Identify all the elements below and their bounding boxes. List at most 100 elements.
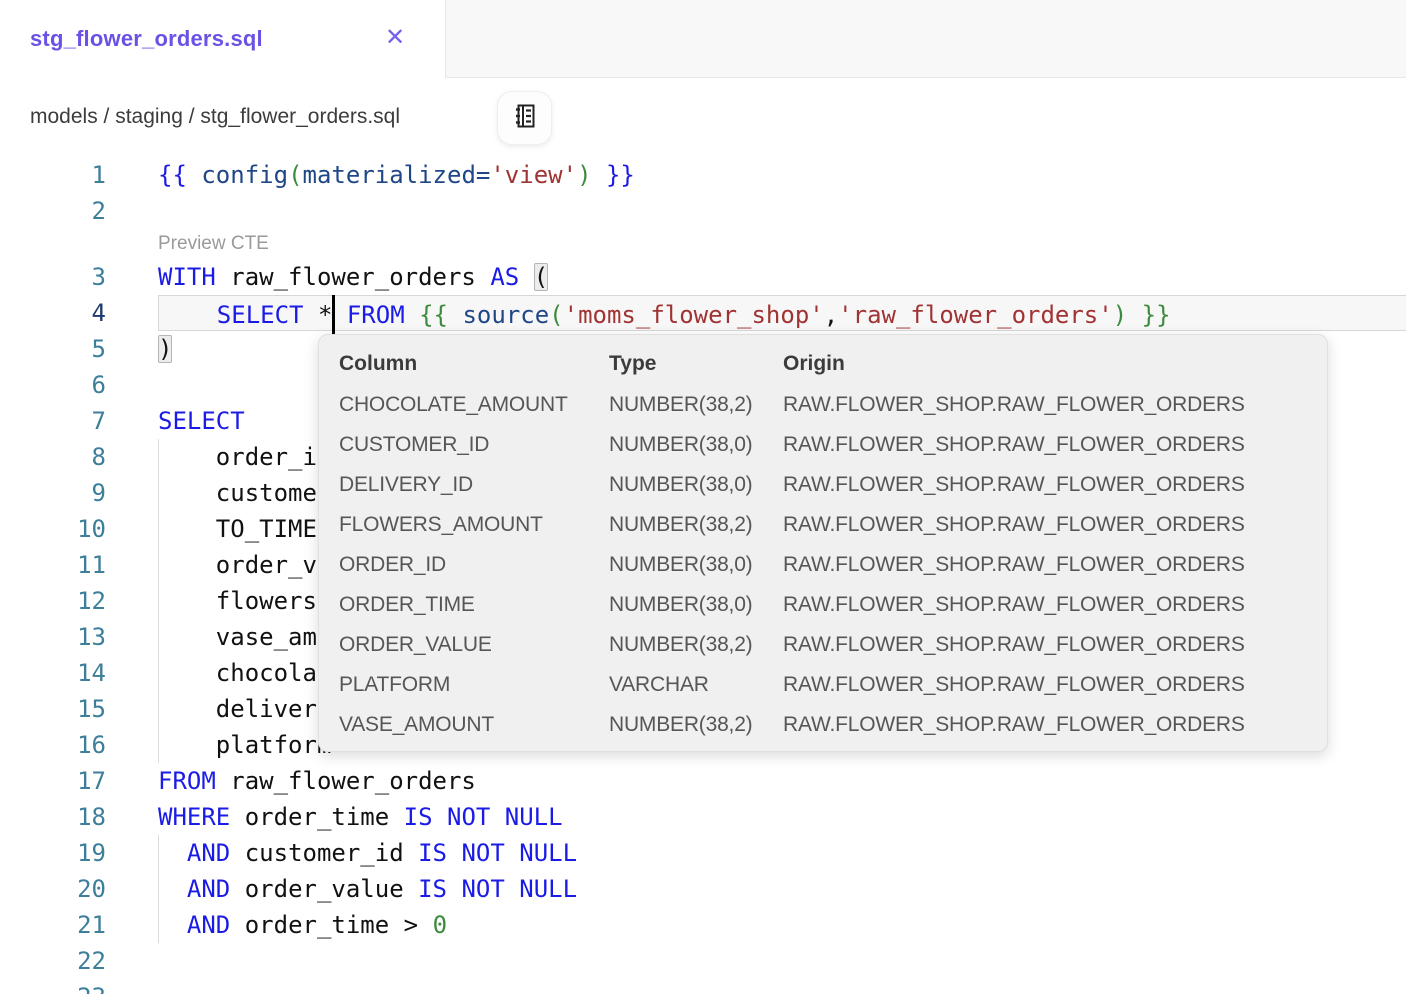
- line-number: 17: [0, 763, 106, 799]
- text-cursor: [332, 295, 335, 335]
- code-line: 23: [0, 979, 1406, 994]
- line-number: 4: [0, 295, 106, 331]
- tab-bar-empty-area: [445, 0, 1406, 78]
- code-line-content[interactable]: WITH raw_flower_orders AS (: [158, 259, 1406, 295]
- code-line: 18 WHERE order_time IS NOT NULL: [0, 799, 1406, 835]
- popup-cell: ORDER_ID: [339, 553, 609, 577]
- line-number: 14: [0, 655, 106, 691]
- code-line: 17 FROM raw_flower_orders: [0, 763, 1406, 799]
- code-line-content[interactable]: FROM raw_flower_orders: [158, 763, 1406, 799]
- code-line: 21 AND order_time > 0: [0, 907, 1406, 943]
- line-number: 23: [0, 979, 106, 994]
- code-line-content[interactable]: AND order_time > 0: [158, 907, 1406, 943]
- code-line-content[interactable]: SELECT * FROM {{ source('moms_flower_sho…: [158, 295, 1406, 331]
- code-line-content[interactable]: AND order_value IS NOT NULL: [158, 871, 1406, 907]
- popup-column-row: PLATFORMVARCHARRAW.FLOWER_SHOP.RAW_FLOWE…: [339, 665, 1307, 705]
- popup-column-row: CHOCOLATE_AMOUNTNUMBER(38,2)RAW.FLOWER_S…: [339, 385, 1307, 425]
- popup-cell: NUMBER(38,0): [609, 593, 783, 617]
- line-number: 6: [0, 367, 106, 403]
- tab-bar: stg_flower_orders.sql ✕: [0, 0, 1406, 78]
- code-line: 1 {{ config(materialized='view') }}: [0, 157, 1406, 193]
- code-lens-row: Preview CTE: [0, 229, 1406, 259]
- code-line: 19 AND customer_id IS NOT NULL: [0, 835, 1406, 871]
- column-info-popup: ColumnTypeOrigin CHOCOLATE_AMOUNTNUMBER(…: [318, 334, 1328, 752]
- popup-cell: NUMBER(38,2): [609, 393, 783, 417]
- popup-column-header: Type: [609, 352, 783, 376]
- code-lens-label[interactable]: Preview CTE: [158, 229, 269, 259]
- line-number: 13: [0, 619, 106, 655]
- popup-cell: NUMBER(38,2): [609, 713, 783, 737]
- popup-column-header: Origin: [783, 352, 1307, 376]
- popup-cell: VARCHAR: [609, 673, 783, 697]
- line-number: 5: [0, 331, 106, 367]
- code-line: 3 WITH raw_flower_orders AS (: [0, 259, 1406, 295]
- tab-stg-flower-orders[interactable]: stg_flower_orders.sql ✕: [0, 0, 445, 78]
- popup-column-row: FLOWERS_AMOUNTNUMBER(38,2)RAW.FLOWER_SHO…: [339, 505, 1307, 545]
- popup-cell: ORDER_VALUE: [339, 633, 609, 657]
- code-line-content[interactable]: WHERE order_time IS NOT NULL: [158, 799, 1406, 835]
- popup-cell: PLATFORM: [339, 673, 609, 697]
- notebook-icon: [510, 101, 540, 136]
- code-line-content[interactable]: AND customer_id IS NOT NULL: [158, 835, 1406, 871]
- line-number: 20: [0, 871, 106, 907]
- popup-cell: RAW.FLOWER_SHOP.RAW_FLOWER_ORDERS: [783, 393, 1307, 417]
- popup-column-row: ORDER_TIMENUMBER(38,0)RAW.FLOWER_SHOP.RA…: [339, 585, 1307, 625]
- line-number: 21: [0, 907, 106, 943]
- line-number: 1: [0, 157, 106, 193]
- line-number: 22: [0, 943, 106, 979]
- line-number: 7: [0, 403, 106, 439]
- code-line-content[interactable]: [158, 193, 1406, 229]
- file-outline-button[interactable]: [497, 91, 552, 145]
- popup-cell: CUSTOMER_ID: [339, 433, 609, 457]
- line-number: 12: [0, 583, 106, 619]
- line-number: 16: [0, 727, 106, 763]
- code-line: 2: [0, 193, 1406, 229]
- line-number: 19: [0, 835, 106, 871]
- code-line-content[interactable]: {{ config(materialized='view') }}: [158, 157, 1406, 193]
- popup-cell: VASE_AMOUNT: [339, 713, 609, 737]
- breadcrumb-row: models / staging / stg_flower_orders.sql: [0, 78, 1406, 155]
- code-line: 4 SELECT * FROM {{ source('moms_flower_s…: [0, 295, 1406, 331]
- popup-cell: NUMBER(38,0): [609, 473, 783, 497]
- popup-column-row: DELIVERY_IDNUMBER(38,0)RAW.FLOWER_SHOP.R…: [339, 465, 1307, 505]
- code-line-content[interactable]: [158, 979, 1406, 994]
- popup-cell: CHOCOLATE_AMOUNT: [339, 393, 609, 417]
- breadcrumb: models / staging / stg_flower_orders.sql: [30, 78, 400, 155]
- popup-cell: NUMBER(38,0): [609, 433, 783, 457]
- popup-cell: DELIVERY_ID: [339, 473, 609, 497]
- popup-cell: RAW.FLOWER_SHOP.RAW_FLOWER_ORDERS: [783, 513, 1307, 537]
- popup-cell: NUMBER(38,2): [609, 513, 783, 537]
- line-number: 10: [0, 511, 106, 547]
- tab-title: stg_flower_orders.sql: [30, 26, 263, 52]
- code-line: 22: [0, 943, 1406, 979]
- line-number: 8: [0, 439, 106, 475]
- line-number: 9: [0, 475, 106, 511]
- popup-cell: RAW.FLOWER_SHOP.RAW_FLOWER_ORDERS: [783, 673, 1307, 697]
- popup-cell: RAW.FLOWER_SHOP.RAW_FLOWER_ORDERS: [783, 553, 1307, 577]
- popup-cell: NUMBER(38,2): [609, 633, 783, 657]
- line-number: 3: [0, 259, 106, 295]
- popup-column-row: VASE_AMOUNTNUMBER(38,2)RAW.FLOWER_SHOP.R…: [339, 705, 1307, 745]
- code-line: 20 AND order_value IS NOT NULL: [0, 871, 1406, 907]
- popup-cell: RAW.FLOWER_SHOP.RAW_FLOWER_ORDERS: [783, 633, 1307, 657]
- close-icon[interactable]: ✕: [385, 24, 405, 52]
- popup-column-row: ORDER_IDNUMBER(38,0)RAW.FLOWER_SHOP.RAW_…: [339, 545, 1307, 585]
- popup-cell: RAW.FLOWER_SHOP.RAW_FLOWER_ORDERS: [783, 433, 1307, 457]
- popup-cell: NUMBER(38,0): [609, 553, 783, 577]
- line-number: 11: [0, 547, 106, 583]
- popup-header-row: ColumnTypeOrigin: [339, 343, 1307, 385]
- popup-cell: RAW.FLOWER_SHOP.RAW_FLOWER_ORDERS: [783, 713, 1307, 737]
- code-line-content[interactable]: [158, 943, 1406, 979]
- gutter-spacer: [0, 229, 106, 259]
- popup-column-row: CUSTOMER_IDNUMBER(38,0)RAW.FLOWER_SHOP.R…: [339, 425, 1307, 465]
- popup-cell: FLOWERS_AMOUNT: [339, 513, 609, 537]
- popup-cell: RAW.FLOWER_SHOP.RAW_FLOWER_ORDERS: [783, 473, 1307, 497]
- line-number: 2: [0, 193, 106, 229]
- popup-rows: CHOCOLATE_AMOUNTNUMBER(38,2)RAW.FLOWER_S…: [339, 385, 1307, 745]
- line-number: 18: [0, 799, 106, 835]
- popup-column-row: ORDER_VALUENUMBER(38,2)RAW.FLOWER_SHOP.R…: [339, 625, 1307, 665]
- popup-cell: RAW.FLOWER_SHOP.RAW_FLOWER_ORDERS: [783, 593, 1307, 617]
- popup-column-header: Column: [339, 352, 609, 376]
- popup-cell: ORDER_TIME: [339, 593, 609, 617]
- line-number: 15: [0, 691, 106, 727]
